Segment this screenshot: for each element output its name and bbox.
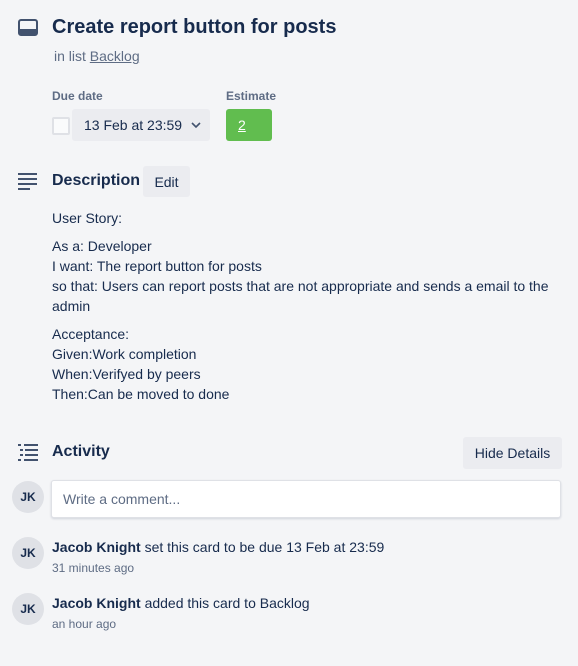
avatar[interactable]: JK	[12, 593, 44, 625]
activity-entry: Jacob Knight added this card to Backlog	[52, 595, 310, 611]
description-body[interactable]: User Story: As a: Developer I want: The re…	[52, 208, 562, 412]
description-line: so that: Users can report posts that are…	[52, 278, 549, 314]
hide-details-button[interactable]: Hide Details	[463, 437, 562, 469]
description-line: I want: The report button for posts	[52, 258, 262, 274]
description-icon	[18, 172, 38, 190]
description-paragraph: User Story:	[52, 208, 562, 228]
card-icon	[18, 18, 38, 38]
estimate-badge[interactable]: 2	[226, 109, 272, 141]
activity-heading: Activity	[52, 443, 110, 460]
estimate-label: Estimate	[226, 89, 277, 103]
activity-timestamp[interactable]: an hour ago	[52, 617, 116, 631]
activity-user[interactable]: Jacob Knight	[52, 539, 141, 555]
current-user-avatar[interactable]: JK	[12, 481, 44, 513]
due-date-button[interactable]: 13 Feb at 23:59	[72, 109, 210, 141]
in-list-prefix: in list	[54, 48, 86, 64]
due-date-label: Due date	[52, 89, 103, 103]
edit-description-button[interactable]: Edit	[143, 166, 190, 197]
description-line: Then:Can be moved to done	[52, 386, 230, 402]
activity-action: set this card to be due 13 Feb at 23:59	[144, 539, 385, 555]
description-line: As a: Developer	[52, 238, 152, 254]
chevron-down-icon	[190, 119, 202, 131]
description-paragraph: As a: Developer I want: The report button…	[52, 236, 562, 316]
description-heading: Description	[52, 172, 141, 189]
description-line: Acceptance:	[52, 326, 130, 342]
description-line: When:Verifyed by peers	[52, 366, 201, 382]
list-reference: in list Backlog	[54, 48, 140, 64]
description-line: User Story:	[52, 210, 123, 226]
activity-entry: Jacob Knight set this card to be due 13 …	[52, 539, 384, 555]
activity-action: added this card to Backlog	[144, 595, 310, 611]
activity-list-icon	[18, 443, 38, 461]
card-title[interactable]: Create report button for posts	[52, 16, 336, 39]
comment-input[interactable]	[51, 480, 561, 518]
due-date-value: 13 Feb at 23:59	[84, 117, 183, 133]
activity-user[interactable]: Jacob Knight	[52, 595, 141, 611]
activity-timestamp[interactable]: 31 minutes ago	[52, 561, 134, 575]
avatar[interactable]: JK	[12, 537, 44, 569]
list-link[interactable]: Backlog	[90, 48, 140, 64]
description-line: Given:Work completion	[52, 346, 197, 362]
description-paragraph: Acceptance: Given:Work completion When:Ver…	[52, 324, 562, 404]
due-date-checkbox[interactable]	[52, 117, 70, 135]
